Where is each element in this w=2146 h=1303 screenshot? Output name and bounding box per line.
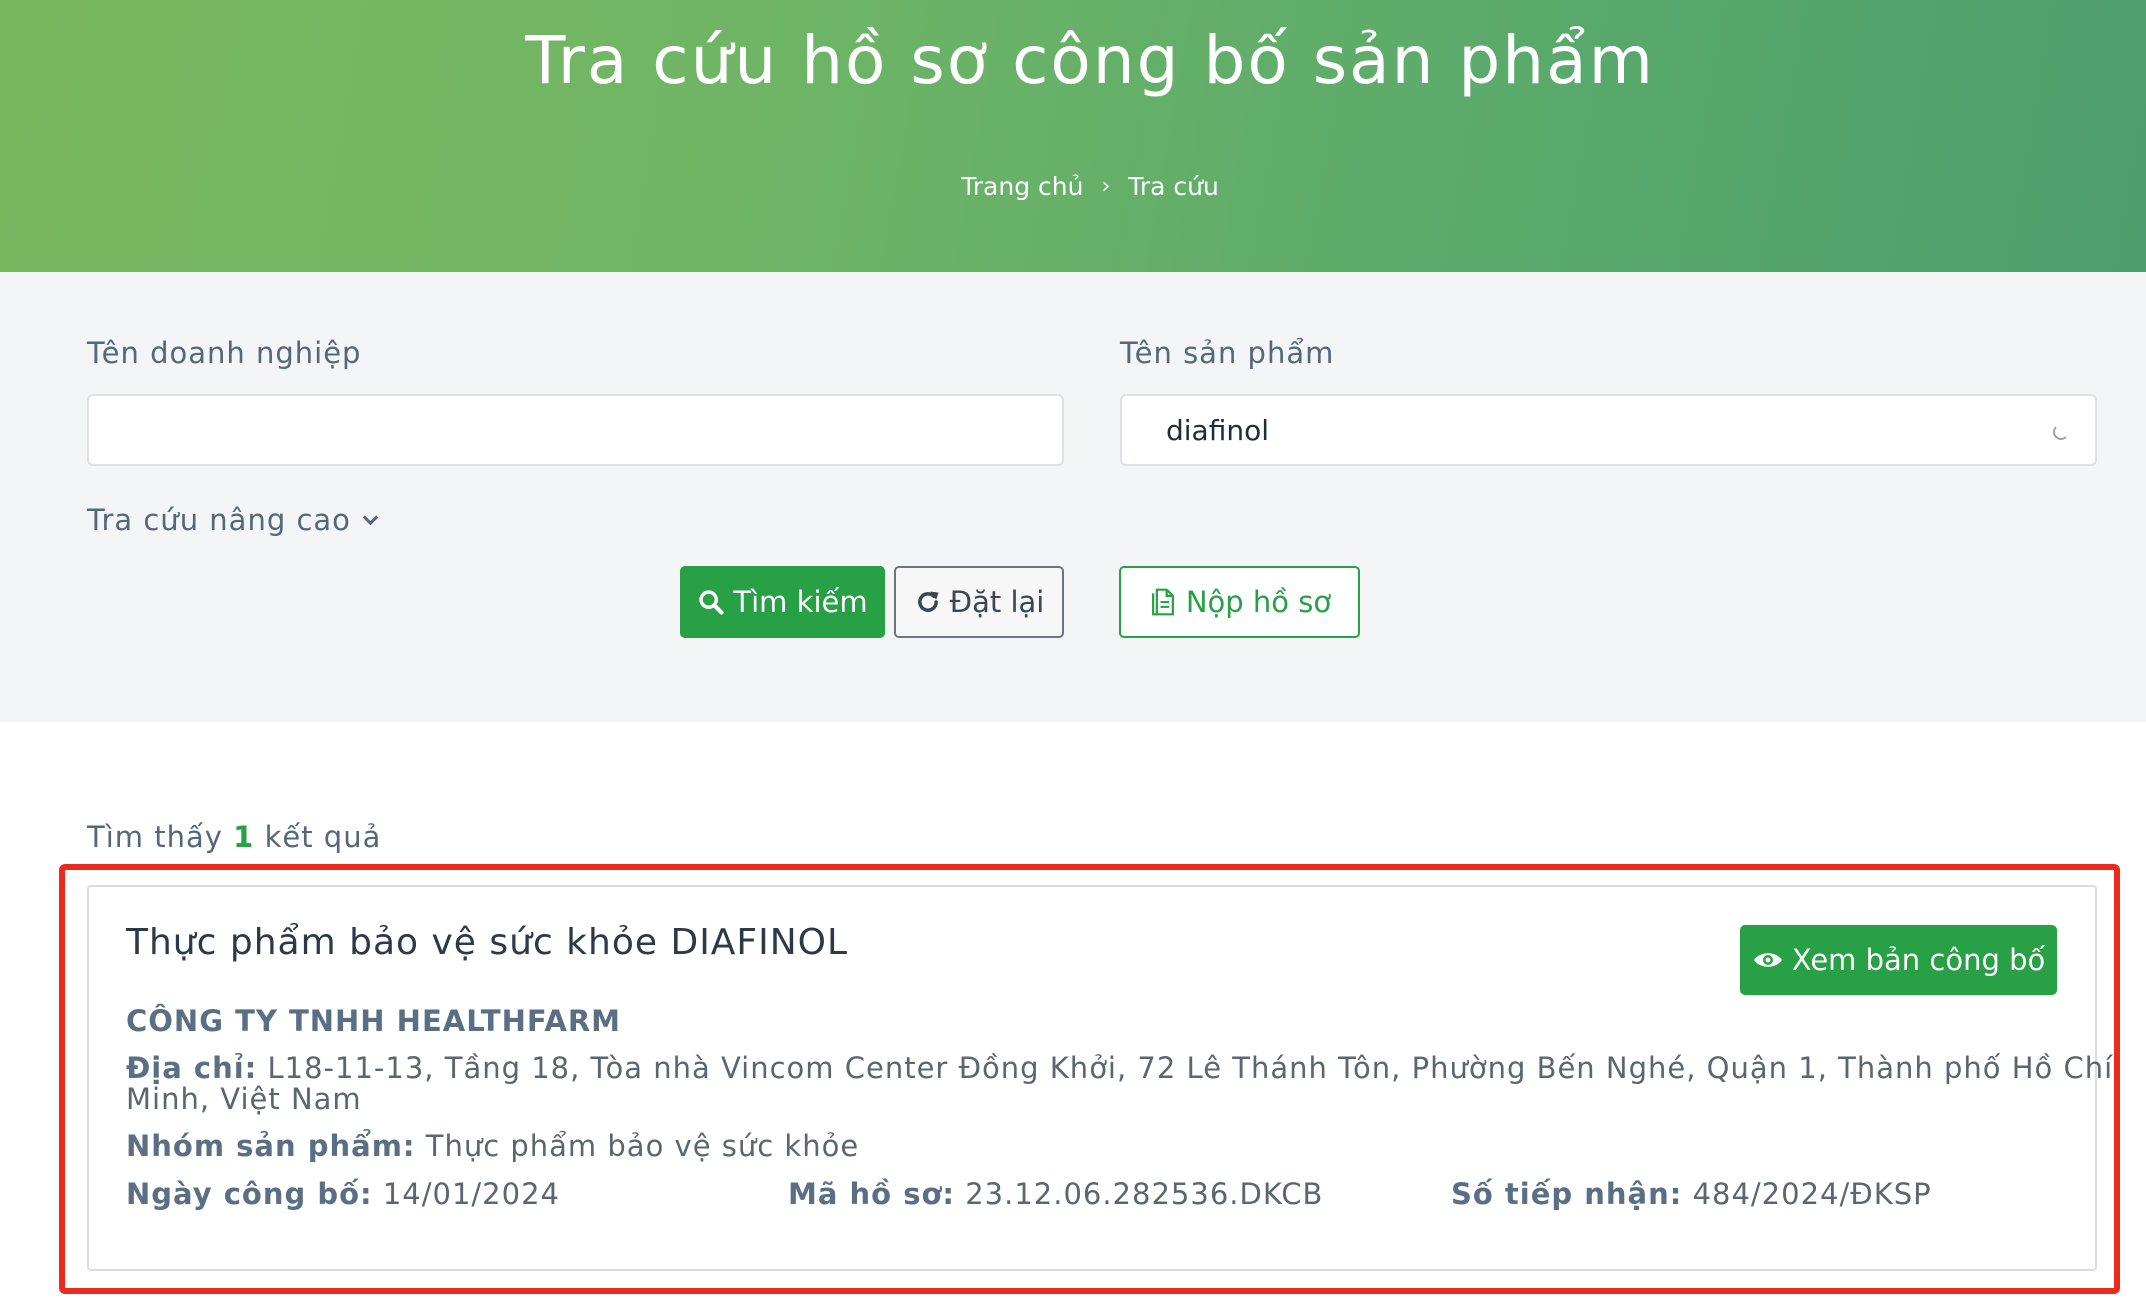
refresh-icon [917, 591, 939, 612]
company-name-input[interactable] [87, 394, 1064, 466]
eye-icon [1753, 953, 1782, 967]
results-suffix: kết quả [264, 820, 382, 854]
chevron-down-icon [362, 509, 379, 525]
view-declaration-label: Xem bản công bố [1791, 943, 2046, 977]
product-group-value: Thực phẩm bảo vệ sức khỏe [425, 1129, 860, 1163]
view-declaration-button[interactable]: Xem bản công bố [1740, 925, 2057, 995]
product-title[interactable]: Thực phẩm bảo vệ sức khỏe DIAFINOL [126, 922, 848, 963]
submit-dossier-label: Nộp hồ sơ [1185, 585, 1332, 619]
address-label: Địa chỉ: [126, 1051, 258, 1085]
product-group-row: Nhóm sản phẩm: Thực phẩm bảo vệ sức khỏe [126, 1131, 859, 1162]
declaration-date-value: 14/01/2024 [382, 1177, 560, 1211]
advanced-search-label: Tra cứu nâng cao [87, 503, 351, 537]
company-name-label: Tên doanh nghiệp [87, 336, 362, 370]
address-row: Địa chỉ: L18-11-13, Tầng 18, Tòa nhà Vin… [126, 1053, 2113, 1115]
search-button[interactable]: Tìm kiếm [680, 566, 885, 638]
search-button-label: Tìm kiếm [733, 585, 868, 619]
receipt-number-value: 484/2024/ĐKSP [1692, 1177, 1932, 1211]
breadcrumb-separator: › [1101, 173, 1111, 199]
declaration-date-row: Ngày công bố: 14/01/2024 [126, 1179, 560, 1210]
search-icon [699, 590, 724, 615]
address-value-continued: Minh, Việt Nam [126, 1082, 362, 1116]
advanced-search-toggle[interactable]: Tra cứu nâng cao [87, 503, 379, 537]
document-icon [1151, 588, 1174, 616]
page-title: Tra cứu hồ sơ công bố sản phẩm [525, 22, 1655, 99]
receipt-number-label: Số tiếp nhận: [1451, 1177, 1683, 1211]
product-name-label: Tên sản phẩm [1120, 336, 1335, 370]
dossier-code-label: Mã hồ sơ: [788, 1177, 955, 1211]
submit-dossier-button[interactable]: Nộp hồ sơ [1119, 566, 1360, 638]
address-value: L18-11-13, Tầng 18, Tòa nhà Vincom Cente… [267, 1051, 2114, 1085]
breadcrumb-current: Tra cứu [1128, 171, 1219, 201]
product-name-value: diafinol [1166, 413, 1270, 447]
breadcrumb-home[interactable]: Trang chủ [961, 172, 1083, 201]
dossier-code-row: Mã hồ sơ: 23.12.06.282536.DKCB [788, 1179, 1323, 1210]
company-name: CÔNG TY TNHH HEALTHFARM [126, 1004, 622, 1038]
reset-button-label: Đặt lại [949, 585, 1045, 619]
receipt-number-row: Số tiếp nhận: 484/2024/ĐKSP [1451, 1179, 1932, 1210]
product-group-label: Nhóm sản phẩm: [126, 1129, 416, 1163]
page-header: Tra cứu hồ sơ công bố sản phẩm Trang chủ… [0, 0, 2146, 272]
results-prefix: Tìm thấy [87, 820, 223, 854]
results-number: 1 [233, 820, 255, 854]
spinner-icon [2053, 424, 2069, 440]
breadcrumb: Trang chủ › Tra cứu [0, 170, 2146, 201]
results-count: Tìm thấy 1 kết quả [87, 820, 381, 854]
reset-button[interactable]: Đặt lại [894, 566, 1064, 638]
product-name-input[interactable]: diafinol [1120, 394, 2097, 466]
declaration-date-label: Ngày công bố: [126, 1177, 373, 1211]
dossier-code-value: 23.12.06.282536.DKCB [965, 1177, 1324, 1211]
